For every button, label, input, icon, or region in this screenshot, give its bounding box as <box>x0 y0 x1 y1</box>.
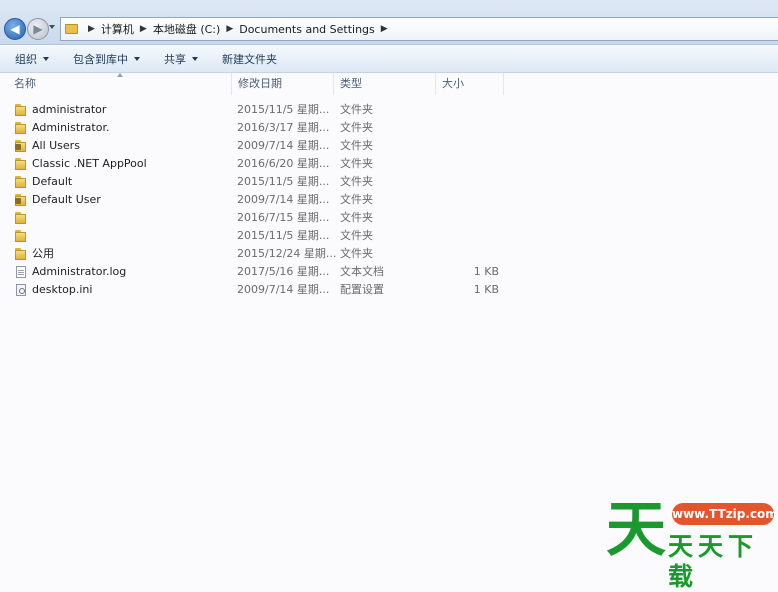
breadcrumb-local-disk[interactable]: 本地磁盘 (C:) <box>153 21 220 37</box>
item-modified-date: 2016/6/20 星期... <box>237 157 330 170</box>
breadcrumb-chevron-icon[interactable]: ▶ <box>226 24 233 34</box>
list-item[interactable]: desktop.ini 2009/7/14 星期... 配置设置 1 KB <box>0 281 778 299</box>
list-item[interactable]: Administrator.log 2017/5/16 星期... 文本文档 1… <box>0 263 778 281</box>
list-item[interactable]: All Users 2009/7/14 星期... 文件夹 <box>0 137 778 155</box>
folder-icon <box>15 158 28 170</box>
breadcrumb-computer[interactable]: 计算机 <box>101 21 134 37</box>
list-item[interactable]: Default User 2009/7/14 星期... 文件夹 <box>0 191 778 209</box>
forward-button[interactable]: ▶ <box>27 18 49 40</box>
item-modified-date: 2016/7/15 星期... <box>237 211 330 224</box>
item-modified-date: 2015/11/5 星期... <box>237 103 330 116</box>
breadcrumb-chevron-icon[interactable]: ▶ <box>140 24 147 34</box>
command-toolbar: 组织 包含到库中 共享 新建文件夹 <box>0 45 778 73</box>
item-type: 文件夹 <box>340 103 373 116</box>
include-in-library-label: 包含到库中 <box>73 52 128 66</box>
recent-pages-dropdown-icon[interactable] <box>49 25 55 29</box>
list-item[interactable]: 2015/11/5 星期... 文件夹 <box>0 227 778 245</box>
forward-arrow-icon: ▶ <box>33 22 43 36</box>
item-size: 1 KB <box>473 265 499 278</box>
breadcrumb-documents-and-settings[interactable]: Documents and Settings <box>239 23 375 36</box>
chevron-down-icon <box>43 56 49 61</box>
item-name: desktop.ini <box>32 283 93 296</box>
locked-folder-icon <box>15 194 28 206</box>
address-field[interactable]: ▶ 计算机 ▶ 本地磁盘 (C:) ▶ Documents and Settin… <box>60 17 778 41</box>
chevron-down-icon <box>192 56 198 61</box>
column-header-size[interactable]: 大小 <box>436 73 504 95</box>
back-button[interactable]: ◀ <box>4 18 26 40</box>
item-name: All Users <box>32 139 80 152</box>
column-headers: 名称 修改日期 类型 大小 <box>0 73 778 95</box>
item-modified-date: 2009/7/14 星期... <box>237 193 330 206</box>
list-item[interactable]: 2016/7/15 星期... 文件夹 <box>0 209 778 227</box>
item-type: 文件夹 <box>340 139 373 152</box>
organize-label: 组织 <box>15 52 37 66</box>
list-item[interactable]: Classic .NET AppPool 2016/6/20 星期... 文件夹 <box>0 155 778 173</box>
item-modified-date: 2015/11/5 星期... <box>237 175 330 188</box>
item-type: 文件夹 <box>340 211 373 224</box>
new-folder-label: 新建文件夹 <box>222 52 277 66</box>
folder-icon <box>15 248 28 260</box>
watermark-subtitle: 天天下载 <box>668 532 759 591</box>
item-name: Administrator. <box>32 121 110 134</box>
address-bar-row: ◀ ▶ ▶ 计算机 ▶ 本地磁盘 (C:) ▶ Documents and Se… <box>0 0 778 45</box>
item-type: 文件夹 <box>340 229 373 242</box>
folder-icon <box>15 230 28 242</box>
item-modified-date: 2017/5/16 星期... <box>237 265 330 278</box>
list-item[interactable]: administrator 2015/11/5 星期... 文件夹 <box>0 101 778 119</box>
item-modified-date: 2015/12/24 星期... <box>237 247 337 260</box>
item-type: 文本文档 <box>340 265 384 278</box>
new-folder-button[interactable]: 新建文件夹 <box>215 45 284 72</box>
breadcrumb-chevron-icon[interactable]: ▶ <box>381 24 388 34</box>
item-name: 公用 <box>32 247 54 260</box>
lock-icon <box>15 144 21 150</box>
back-arrow-icon: ◀ <box>10 22 20 36</box>
item-size: 1 KB <box>473 283 499 296</box>
include-in-library-button[interactable]: 包含到库中 <box>66 45 147 72</box>
item-name: Default User <box>32 193 101 206</box>
item-modified-date: 2016/3/17 星期... <box>237 121 330 134</box>
column-header-name[interactable]: 名称 <box>8 73 232 95</box>
share-label: 共享 <box>164 52 186 66</box>
file-list: administrator 2015/11/5 星期... 文件夹 Admini… <box>0 101 778 299</box>
item-name: Administrator.log <box>32 265 127 278</box>
column-header-modified[interactable]: 修改日期 <box>232 73 334 95</box>
item-type: 配置设置 <box>340 283 384 296</box>
column-header-type[interactable]: 类型 <box>334 73 436 95</box>
organize-button[interactable]: 组织 <box>8 45 56 72</box>
watermark-logo-character: 天 <box>606 495 666 565</box>
item-type: 文件夹 <box>340 121 373 134</box>
item-modified-date: 2009/7/14 星期... <box>237 283 330 296</box>
list-item[interactable]: Administrator. 2016/3/17 星期... 文件夹 <box>0 119 778 137</box>
folder-icon <box>15 212 28 224</box>
item-type: 文件夹 <box>340 157 373 170</box>
folder-icon <box>15 104 28 116</box>
item-type: 文件夹 <box>340 193 373 206</box>
item-type: 文件夹 <box>340 175 373 188</box>
item-type: 文件夹 <box>340 247 373 260</box>
item-name: administrator <box>32 103 107 116</box>
item-name: Classic .NET AppPool <box>32 157 147 170</box>
text-file-icon <box>15 266 28 278</box>
breadcrumb-chevron-icon[interactable]: ▶ <box>88 24 95 34</box>
item-modified-date: 2009/7/14 星期... <box>237 139 330 152</box>
folder-icon <box>15 176 28 188</box>
settings-file-icon <box>15 284 28 296</box>
item-modified-date: 2015/11/5 星期... <box>237 229 330 242</box>
list-item[interactable]: Default 2015/11/5 星期... 文件夹 <box>0 173 778 191</box>
folder-icon <box>15 122 28 134</box>
watermark-site-badge: www.TTzip.com <box>672 503 778 525</box>
list-item[interactable]: 公用 2015/12/24 星期... 文件夹 <box>0 245 778 263</box>
lock-icon <box>15 198 21 204</box>
locked-folder-icon <box>15 140 28 152</box>
share-button[interactable]: 共享 <box>157 45 205 72</box>
chevron-down-icon <box>134 56 140 61</box>
folder-icon <box>65 24 78 34</box>
item-name: Default <box>32 175 73 188</box>
